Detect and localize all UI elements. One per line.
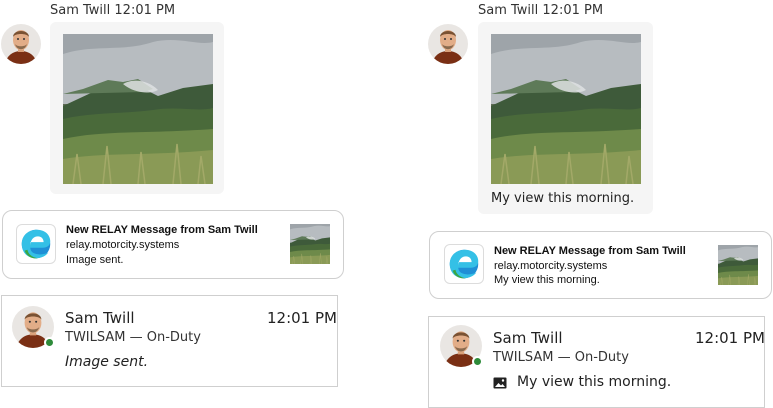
message-header: Sam Twill 12:01 PM (478, 3, 604, 18)
attached-photo[interactable] (491, 34, 641, 184)
message-card[interactable]: Sam Twill 12:01 PM TWILSAM — On-Duty My … (428, 316, 765, 408)
avatar-photo-icon (428, 24, 468, 64)
sender-status: TWILSAM — On-Duty (65, 330, 201, 345)
presence-online-icon (44, 337, 55, 348)
message-header: Sam Twill 12:01 PM (50, 3, 176, 18)
toast-title: New RELAY Message from Sam Twill (66, 224, 258, 236)
message-time: 12:01 PM (267, 309, 337, 327)
sender-name: Sam Twill (493, 329, 563, 347)
avatar[interactable] (440, 325, 483, 367)
toast-source: relay.motorcity.systems (494, 260, 608, 272)
toast-body: My view this morning. (494, 274, 600, 286)
notification-toast[interactable]: New RELAY Message from Sam Twill relay.m… (2, 210, 344, 279)
message-caption: My view this morning. (491, 191, 635, 206)
message-time: 12:01 PM (695, 329, 765, 347)
avatar[interactable] (428, 24, 468, 64)
avatar-photo-icon (1, 24, 41, 64)
mountain-thumbnail-image (290, 224, 330, 264)
message-text: Image sent. (65, 354, 149, 370)
app-icon (444, 244, 484, 284)
presence-online-icon (472, 356, 483, 367)
toast-thumbnail (290, 224, 330, 264)
mountain-landscape-image (491, 34, 641, 184)
avatar[interactable] (12, 306, 55, 348)
sender-name: Sam Twill (65, 309, 135, 327)
notification-toast[interactable]: New RELAY Message from Sam Twill relay.m… (429, 231, 772, 299)
toast-body: Image sent. (66, 254, 124, 266)
mountain-thumbnail-image (718, 245, 758, 285)
toast-thumbnail (718, 245, 758, 285)
message-card[interactable]: Sam Twill 12:01 PM TWILSAM — On-Duty Ima… (1, 295, 338, 387)
edge-browser-icon (445, 245, 483, 283)
toast-title: New RELAY Message from Sam Twill (494, 245, 686, 257)
sender-status: TWILSAM — On-Duty (493, 350, 629, 365)
avatar[interactable] (1, 24, 41, 64)
toast-source: relay.motorcity.systems (66, 239, 180, 251)
message-bubble[interactable] (50, 22, 224, 194)
edge-browser-icon (17, 225, 55, 263)
app-icon (16, 224, 56, 264)
message-bubble[interactable]: My view this morning. (478, 22, 653, 214)
mountain-landscape-image (63, 34, 213, 184)
attached-photo[interactable] (63, 34, 213, 184)
image-icon (493, 377, 507, 389)
message-text: My view this morning. (517, 374, 672, 390)
